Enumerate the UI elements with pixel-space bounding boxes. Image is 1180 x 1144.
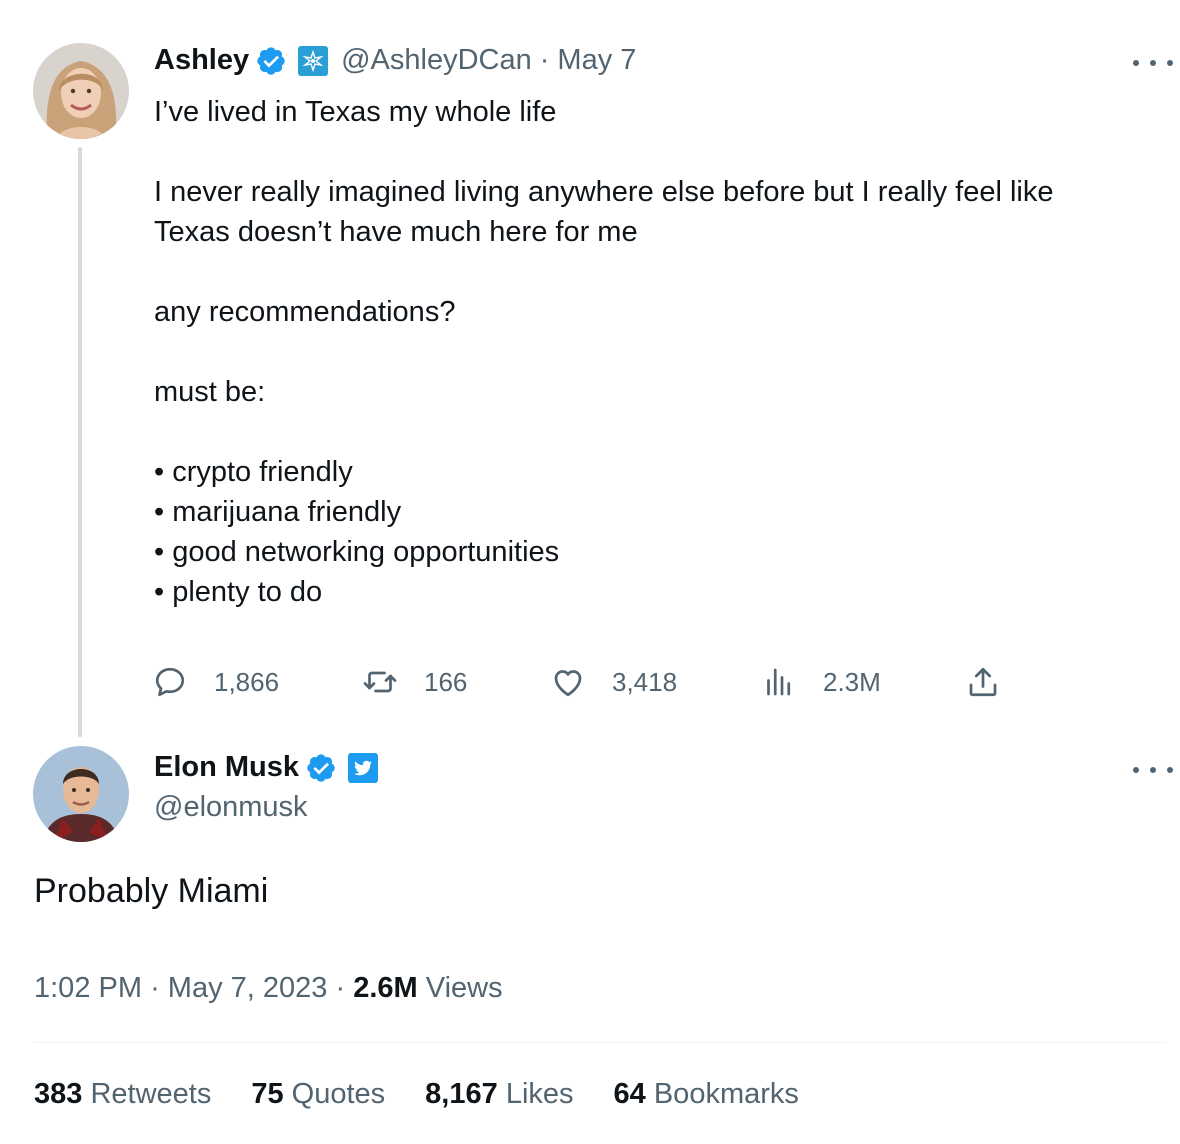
meta-separator: · [335, 972, 346, 1004]
tweet-line: I’ve lived in Texas my whole life [154, 96, 557, 128]
meta-separator: · [539, 44, 550, 76]
like-button[interactable]: 3,418 [550, 660, 677, 704]
like-icon [554, 670, 582, 697]
ashley-display-name[interactable]: Ashley [154, 44, 249, 77]
ashley-handle[interactable]: @AshleyDCan [341, 44, 532, 77]
tweet-line-gap [154, 412, 1144, 452]
tweet-date[interactable]: May 7, 2023 [168, 972, 328, 1004]
reply-icon [155, 667, 185, 697]
views-count: 2.3M [823, 666, 881, 697]
elon-avatar[interactable] [33, 746, 129, 842]
tweet-line: must be: [154, 376, 266, 408]
twitter-bird-icon[interactable] [347, 752, 379, 784]
stat-label: Bookmarks [653, 1078, 799, 1110]
tweet-line: • marijuana friendly [154, 496, 402, 528]
retweet-icon [363, 671, 397, 693]
tweet-line: • crypto friendly [154, 456, 353, 488]
tweet-line: any recommendations? [154, 296, 456, 328]
verified-badge-icon[interactable] [255, 45, 287, 77]
views-button[interactable]: 2.3M [761, 660, 881, 704]
elon-name-row: Elon Musk [154, 751, 379, 784]
stat-label: Retweets [90, 1078, 212, 1110]
reply-count: 1,866 [214, 666, 280, 697]
stat-label: Quotes [291, 1078, 386, 1110]
stat-retweets[interactable]: 383 Retweets [34, 1078, 211, 1111]
views-label: Views [425, 972, 503, 1004]
tweet-line-gap [154, 332, 1144, 372]
reply-tweet-text: Probably Miami [34, 872, 269, 910]
elon-display-name[interactable]: Elon Musk [154, 751, 299, 784]
tweet-time[interactable]: 1:02 PM [34, 972, 142, 1004]
stat-count: 75 [251, 1078, 284, 1110]
tweet-line: Texas doesn’t have much here for me [154, 216, 638, 248]
engagement-stats: 383 Retweets 75 Quotes 8,167 Likes 64 Bo… [34, 1078, 839, 1111]
ashley-tweet-date[interactable]: May 7 [557, 44, 636, 77]
stat-label: Likes [505, 1078, 574, 1110]
stat-quotes[interactable]: 75 Quotes [251, 1078, 385, 1111]
affiliate-badge-icon[interactable] [297, 45, 329, 77]
tweet-timestamp: 1:02 PM · May 7, 2023 · 2.6M Views [34, 972, 503, 1005]
ashley-tweet-text: I’ve lived in Texas my whole life I neve… [154, 92, 1144, 612]
tweet-line-gap [154, 252, 1144, 292]
tweet-line-gap [154, 132, 1144, 172]
ashley-avatar[interactable] [33, 43, 129, 139]
like-count: 3,418 [612, 666, 678, 697]
thread-connector-line [78, 147, 82, 737]
stat-bookmarks[interactable]: 64 Bookmarks [614, 1078, 799, 1111]
stat-count: 64 [613, 1078, 646, 1110]
ashley-name-row: Ashley @AshleyDCan · May 7 [154, 44, 636, 77]
more-icon[interactable] [1133, 760, 1173, 780]
reply-button[interactable]: 1,866 [152, 660, 279, 704]
tweet-line: • plenty to do [154, 576, 323, 608]
verified-badge-icon[interactable] [305, 752, 337, 784]
stat-likes[interactable]: 8,167 Likes [425, 1078, 573, 1111]
elon-handle[interactable]: @elonmusk [154, 791, 308, 824]
views-icon [767, 668, 791, 696]
meta-separator: · [150, 972, 160, 1004]
views-total: 2.6M [353, 972, 418, 1004]
share-icon [969, 667, 997, 697]
ashley-action-bar: 1,866 166 3,418 2.3M [152, 660, 1012, 704]
retweet-count: 166 [424, 666, 468, 697]
stat-count: 8,167 [425, 1078, 498, 1110]
tweet-line: I never really imagined living anywhere … [154, 176, 1054, 208]
retweet-button[interactable]: 166 [362, 660, 467, 704]
more-icon[interactable] [1133, 53, 1173, 73]
divider [33, 1042, 1165, 1043]
share-button[interactable] [965, 660, 1001, 704]
tweet-line: • good networking opportunities [154, 536, 560, 568]
stat-count: 383 [34, 1078, 83, 1110]
